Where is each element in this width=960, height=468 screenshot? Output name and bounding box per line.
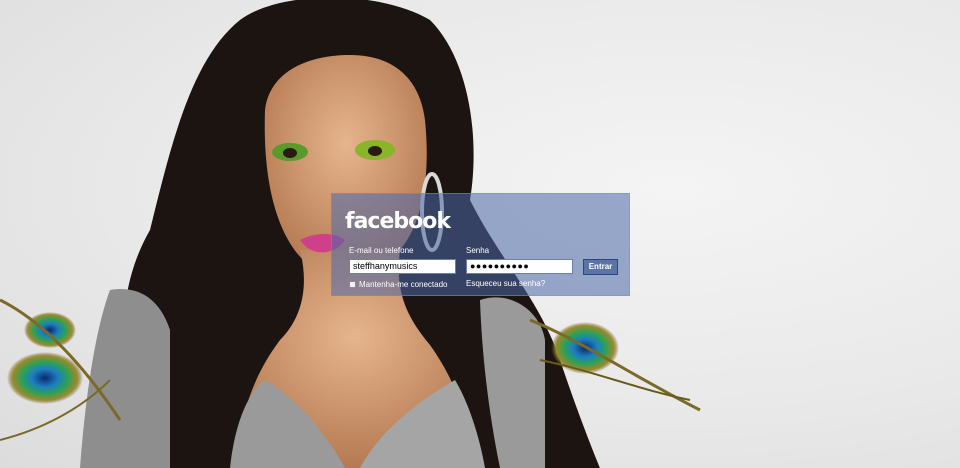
checkbox-icon[interactable]: [349, 280, 356, 288]
remember-me-option[interactable]: Mantenha-me conectado: [349, 279, 448, 289]
forgot-password-link[interactable]: Esqueceu sua senha?: [466, 279, 545, 288]
remember-me-label: Mantenha-me conectado: [359, 279, 448, 289]
email-input[interactable]: steffhanymusics: [349, 259, 456, 274]
email-label: E-mail ou telefone: [349, 246, 414, 255]
password-label: Senha: [466, 246, 490, 255]
page-background: facebook E-mail ou telefone Senha steffh…: [0, 0, 960, 468]
password-input[interactable]: ●●●●●●●●●●: [466, 259, 573, 274]
login-button[interactable]: Entrar: [583, 259, 618, 275]
login-panel: facebook E-mail ou telefone Senha steffh…: [331, 193, 630, 296]
facebook-logo: facebook: [345, 209, 451, 234]
